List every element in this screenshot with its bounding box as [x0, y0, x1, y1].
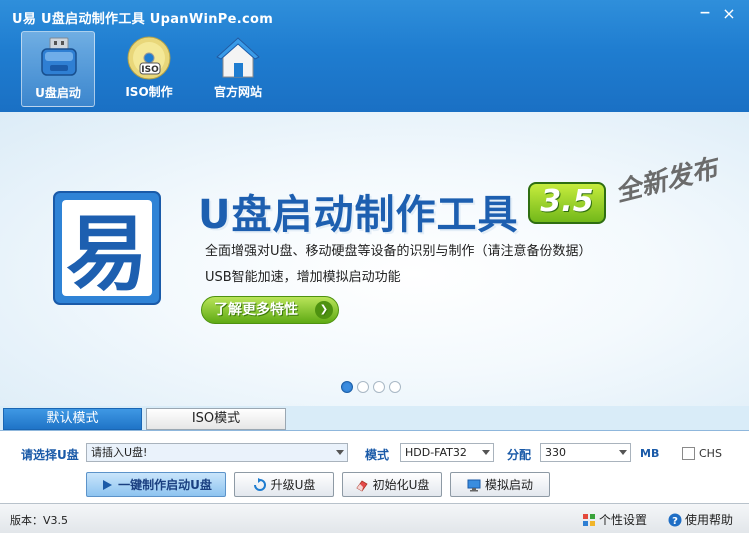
upgrade-usb-button[interactable]: 升级U盘	[234, 472, 334, 497]
personal-settings-link[interactable]: 个性设置	[582, 511, 647, 528]
grid-icon	[583, 513, 595, 526]
learn-more-button[interactable]: 了解更多特性 ❯	[201, 296, 339, 324]
chs-checkbox[interactable]	[682, 447, 695, 460]
partition-label: 分配	[507, 448, 532, 462]
slide-dot[interactable]	[373, 381, 385, 393]
nav-label: 官方网站	[213, 85, 262, 99]
select-usb-label: 请选择U盘	[21, 448, 79, 462]
usb-drive-icon	[41, 37, 77, 76]
tab-iso-mode[interactable]: ISO模式	[146, 408, 286, 430]
play-arrow-icon	[103, 479, 113, 490]
upgrade-usb-label: 升级U盘	[270, 478, 316, 492]
tab-default-mode[interactable]: 默认模式	[3, 408, 142, 430]
mode-value: HDD-FAT32	[405, 446, 467, 459]
partition-size-select[interactable]: 330	[540, 443, 631, 462]
nav-label: ISO制作	[125, 85, 173, 99]
options-panel: 请选择U盘 请插入U盘! 模式 HDD-FAT32 分配 330 MB CHS …	[0, 430, 749, 503]
app-logo-icon: 易	[53, 191, 161, 305]
slide-dot[interactable]	[389, 381, 401, 393]
settings-label: 个性设置	[599, 513, 648, 527]
title-bar-header: U易 U盘启动制作工具 UpanWinPe.com − × U盘启动 ISO I…	[0, 0, 749, 112]
close-button[interactable]: ×	[718, 4, 740, 23]
one-click-make-label: 一键制作启动U盘	[118, 478, 212, 492]
help-label: 使用帮助	[685, 513, 734, 527]
promo-banner: 易 U盘启动制作工具 3.5 全新发布 全面增强对U盘、移动硬盘等设备的识别与制…	[0, 112, 749, 406]
nav-label: U盘启动	[35, 86, 81, 100]
window-title: U易 U盘启动制作工具 UpanWinPe.com	[12, 12, 274, 27]
svg-text:ISO: ISO	[141, 65, 159, 75]
banner-description-2: USB智能加速，增加模拟启动功能	[205, 270, 401, 285]
logo-glyph: 易	[66, 207, 148, 302]
nav-iso-make[interactable]: ISO ISO制作	[112, 31, 186, 107]
banner-title: U盘启动制作工具	[198, 192, 519, 238]
version-badge: 3.5	[528, 182, 606, 224]
slide-indicator	[341, 381, 401, 393]
init-usb-button[interactable]: 初始化U盘	[342, 472, 442, 497]
unit-label: MB	[640, 447, 660, 460]
eraser-icon	[356, 479, 368, 492]
chevron-down-icon	[619, 450, 627, 455]
nav-usb-boot[interactable]: U盘启动	[21, 31, 95, 107]
simulate-boot-button[interactable]: 模拟启动	[450, 472, 550, 497]
help-icon: ?	[668, 513, 682, 527]
simulate-boot-label: 模拟启动	[484, 478, 533, 492]
usb-device-value: 请插入U盘!	[91, 446, 148, 459]
refresh-icon	[253, 477, 266, 491]
cd-disc-icon: ISO	[127, 36, 171, 80]
chevron-down-icon	[482, 450, 490, 455]
mode-select[interactable]: HDD-FAT32	[400, 443, 494, 462]
mode-label: 模式	[365, 448, 390, 462]
partition-size-value: 330	[545, 446, 566, 459]
nav-official-site[interactable]: 官方网站	[201, 31, 275, 107]
slide-dot[interactable]	[341, 381, 353, 393]
svg-text:?: ?	[672, 516, 678, 527]
chs-label: CHS	[699, 447, 722, 460]
chevron-right-icon: ❯	[315, 301, 333, 319]
slide-dot[interactable]	[357, 381, 369, 393]
usb-device-select[interactable]: 请插入U盘!	[86, 443, 348, 462]
new-release-stamp: 全新发布	[612, 153, 721, 209]
learn-more-label: 了解更多特性	[214, 302, 298, 318]
chevron-down-icon	[336, 450, 344, 455]
help-link[interactable]: ? 使用帮助	[668, 511, 733, 528]
home-icon	[215, 37, 261, 78]
monitor-icon	[467, 479, 481, 491]
minimize-button[interactable]: −	[694, 4, 716, 22]
one-click-make-button[interactable]: 一键制作启动U盘	[86, 472, 226, 497]
banner-description-1: 全面增强对U盘、移动硬盘等设备的识别与制作（请注意备份数据）	[205, 244, 592, 259]
status-bar: 版本：V3.5 个性设置 ? 使用帮助	[0, 503, 749, 533]
version-text: 版本：V3.5	[10, 514, 69, 527]
init-usb-label: 初始化U盘	[372, 478, 430, 492]
